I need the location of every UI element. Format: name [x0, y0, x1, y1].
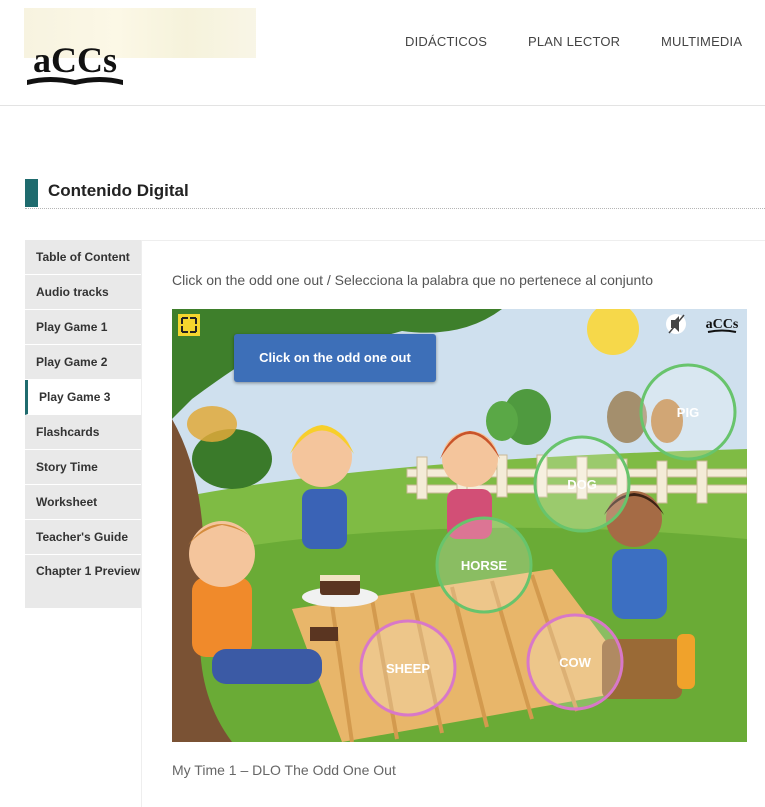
sidebar-item-teachers-guide[interactable]: Teacher's Guide — [25, 520, 141, 555]
sidebar-item-play-game-2[interactable]: Play Game 2 — [25, 345, 141, 380]
section-accent-bar — [25, 179, 38, 207]
sidebar-item-play-game-3[interactable]: Play Game 3 — [25, 380, 141, 415]
game-canvas[interactable]: PIG DOG HORSE SHEEP COW aCCs Click on th… — [172, 309, 747, 742]
bubble-sheep-label: SHEEP — [386, 661, 430, 676]
cake-frosting — [320, 575, 360, 581]
bubble-horse[interactable]: HORSE — [435, 516, 533, 614]
fullscreen-icon[interactable] — [178, 314, 200, 336]
scene-tree — [486, 401, 518, 441]
bubble-sheep[interactable]: SHEEP — [359, 619, 457, 717]
nav-plan-lector[interactable]: PLAN LECTOR — [528, 34, 620, 49]
sidebar-menu: Table of Content Audio tracks Play Game … — [25, 240, 141, 609]
scene-autumn-leaves — [187, 406, 237, 442]
nav-didacticos[interactable]: DIDÁCTICOS — [405, 34, 487, 49]
sidebar-item-table-of-content[interactable]: Table of Content — [25, 240, 141, 275]
sidebar-item-flashcards[interactable]: Flashcards — [25, 415, 141, 450]
juice-bottle — [677, 634, 695, 689]
section-title: Contenido Digital — [48, 181, 189, 200]
bubble-cow[interactable]: COW — [526, 613, 624, 711]
sidebar-item-worksheet[interactable]: Worksheet — [25, 485, 141, 520]
bubble-dog[interactable]: DOG — [533, 435, 631, 533]
bubble-dog-label: DOG — [567, 477, 597, 492]
sidebar-item-story-time[interactable]: Story Time — [25, 450, 141, 485]
cake-slice — [310, 627, 338, 641]
bubble-horse-label: HORSE — [461, 558, 508, 573]
site-logo[interactable]: aCCs — [25, 30, 125, 88]
sidebar-item-audio-tracks[interactable]: Audio tracks — [25, 275, 141, 310]
game-instruction-banner: Click on the odd one out — [234, 334, 436, 382]
bubble-pig[interactable]: PIG — [639, 363, 737, 461]
bubble-cow-label: COW — [559, 655, 592, 670]
site-header: aCCs DIDÁCTICOS PLAN LECTOR MULTIMEDIA — [0, 0, 765, 106]
bubble-pig-label: PIG — [677, 405, 699, 420]
game-instruction: Click on the odd one out / Selecciona la… — [172, 272, 654, 288]
logo-text: aCCs — [33, 40, 117, 80]
section-divider — [25, 208, 765, 209]
nav-multimedia[interactable]: MULTIMEDIA — [661, 34, 742, 49]
sidebar-item-chapter-1-preview[interactable]: Chapter 1 Preview — [25, 555, 141, 609]
mute-icon[interactable] — [666, 314, 686, 334]
game-caption: My Time 1 – DLO The Odd One Out — [172, 762, 396, 778]
sidebar-item-play-game-1[interactable]: Play Game 1 — [25, 310, 141, 345]
